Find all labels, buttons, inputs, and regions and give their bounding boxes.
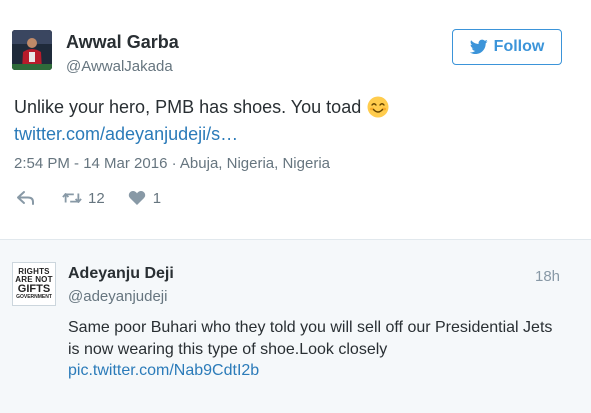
author-handle[interactable]: @AwwalJakada [66, 58, 173, 75]
reply-icon [17, 191, 34, 205]
follow-button[interactable]: Follow [452, 29, 562, 65]
retweet-icon [62, 193, 82, 203]
quoted-author-name[interactable]: Adeyanju Deji [68, 265, 174, 283]
quoted-tweet[interactable]: RIGHTS ARE NOT GIFTS GOVERNMENT Adeyanju… [0, 239, 591, 413]
twitter-bird-icon [469, 39, 488, 55]
tweet-text-content: Unlike your hero, PMB has shoes. You toa… [14, 96, 362, 117]
like-button[interactable]: 1 [127, 190, 161, 207]
smiling-face-emoji-icon [367, 96, 389, 118]
quoted-tweet-text: Same poor Buhari who they told you will … [68, 319, 553, 358]
main-tweet: Awwal Garba @AwwalJakada Follow Unlike y… [0, 0, 591, 238]
tweet-embed: Awwal Garba @AwwalJakada Follow Unlike y… [0, 0, 591, 413]
author-name[interactable]: Awwal Garba [66, 32, 179, 53]
tweet-actions: 12 1 [16, 188, 161, 208]
avatar-text-line: GOVERNMENT [16, 294, 52, 300]
retweet-button[interactable]: 12 [62, 190, 105, 207]
avatar[interactable] [12, 30, 52, 70]
retweet-count: 12 [88, 189, 105, 207]
tweet-link[interactable]: twitter.com/adeyanjudeji/s… [14, 124, 238, 145]
tweet-text: Unlike your hero, PMB has shoes. You toa… [14, 96, 389, 118]
follow-label: Follow [493, 38, 545, 55]
avatar[interactable]: RIGHTS ARE NOT GIFTS GOVERNMENT [12, 262, 56, 306]
quoted-timestamp[interactable]: 18h [535, 268, 560, 285]
reply-button[interactable] [16, 190, 36, 206]
quoted-tweet-link[interactable]: pic.twitter.com/Nab9CdtI2b [68, 362, 259, 380]
like-count: 1 [152, 189, 162, 207]
tweet-timestamp-location[interactable]: 2:54 PM - 14 Mar 2016 · Abuja, Nigeria, … [14, 155, 330, 172]
heart-icon [128, 190, 145, 205]
quoted-author-handle[interactable]: @adeyanjudeji [68, 288, 167, 305]
